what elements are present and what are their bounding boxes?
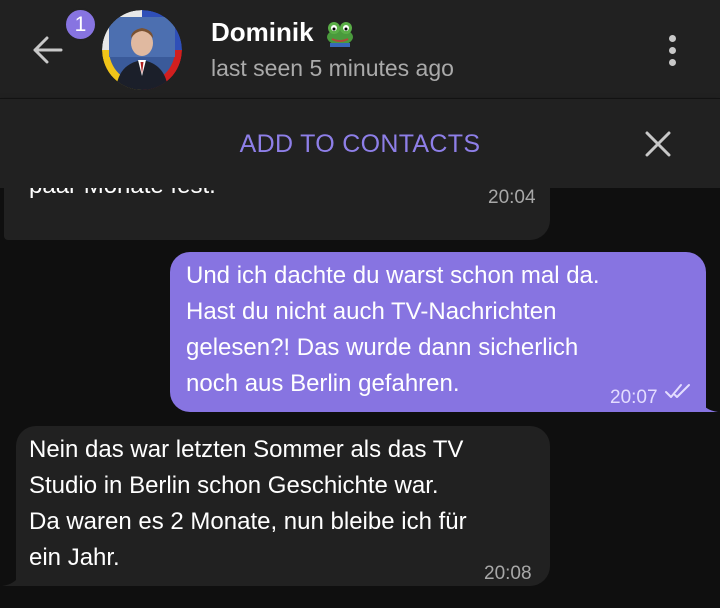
bubble-tail xyxy=(2,574,20,586)
message-text: Und ich dachte du warst schon mal da. Ha… xyxy=(186,262,600,397)
message-list[interactable]: paar Monate fest. 20:04 Und ich dachte d… xyxy=(0,188,720,608)
double-check-icon xyxy=(665,384,690,398)
avatar-image xyxy=(102,10,182,90)
avatar[interactable] xyxy=(102,10,182,90)
more-menu-button[interactable] xyxy=(656,30,688,70)
frog-emoji-icon xyxy=(324,19,356,47)
message-time: 20:04 xyxy=(488,188,536,208)
unread-badge: 1 xyxy=(64,8,97,41)
bubble-tail xyxy=(700,400,718,412)
add-contact-bar: ADD TO CONTACTS xyxy=(0,98,720,188)
message-text: Nein das war letzten Sommer als das TV S… xyxy=(29,436,467,571)
contact-name[interactable]: Dominik xyxy=(211,17,356,48)
contact-name-text: Dominik xyxy=(211,17,314,47)
message-incoming[interactable]: Nein das war letzten Sommer als das TV S… xyxy=(16,426,550,586)
close-icon xyxy=(645,131,671,157)
add-to-contacts-button[interactable]: ADD TO CONTACTS xyxy=(0,99,720,189)
more-vertical-icon xyxy=(668,34,676,66)
chat-header: 1 Dominik last seen 5 minutes ago xyxy=(0,0,720,98)
last-seen-status: last seen 5 minutes ago xyxy=(211,55,454,81)
message-incoming[interactable]: paar Monate fest. 20:04 xyxy=(4,188,550,240)
message-time: 20:07 xyxy=(610,387,658,408)
close-bar-button[interactable] xyxy=(640,126,676,162)
message-text: paar Monate fest. xyxy=(29,188,216,204)
back-button[interactable] xyxy=(26,30,70,70)
message-time: 20:08 xyxy=(484,563,532,584)
arrow-left-icon xyxy=(33,36,63,64)
message-outgoing[interactable]: Und ich dachte du warst schon mal da. Ha… xyxy=(170,252,706,412)
